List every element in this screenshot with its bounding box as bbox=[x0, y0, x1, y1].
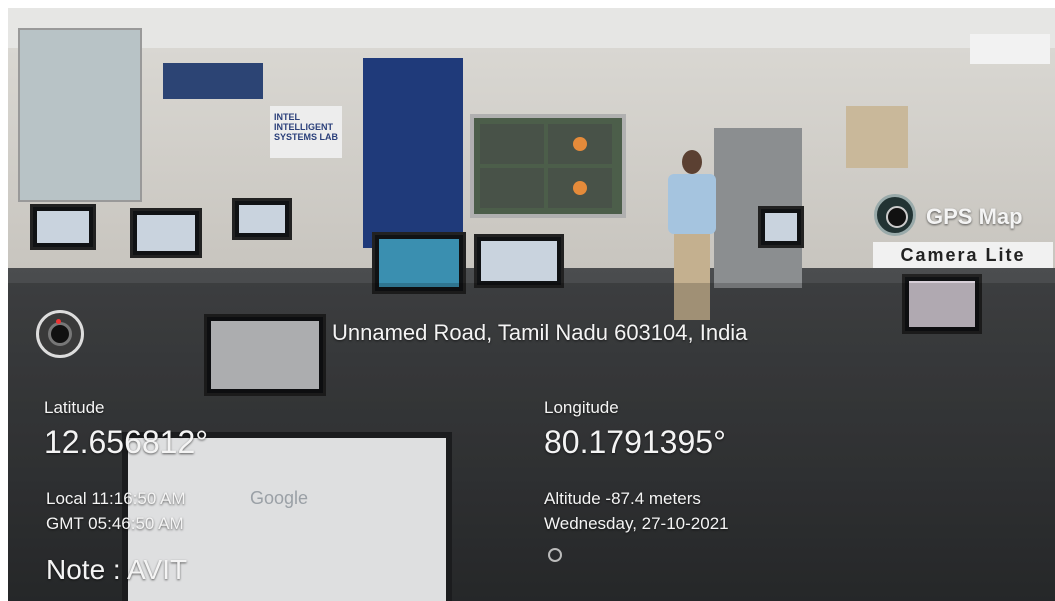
desk-monitor bbox=[130, 208, 202, 258]
desk-monitor bbox=[232, 198, 292, 240]
ceiling bbox=[8, 8, 1055, 48]
google-logo: Google bbox=[250, 488, 309, 508]
wall-poster bbox=[163, 63, 263, 99]
desk-monitor bbox=[474, 234, 564, 288]
latitude-value: 12.656812° bbox=[44, 424, 209, 460]
avatar bbox=[573, 137, 587, 151]
air-conditioner bbox=[970, 34, 1050, 64]
gps-photo-frame: INTEL INTELLIGENT SYSTEMS LAB Google GPS… bbox=[0, 0, 1055, 601]
longitude-value: 80.1791395° bbox=[544, 424, 726, 460]
video-tile bbox=[548, 124, 612, 164]
video-tile bbox=[480, 124, 544, 164]
local-time: Local 11:16:50 AM bbox=[46, 489, 186, 508]
camera-shutter-icon bbox=[36, 310, 84, 358]
projector-screen bbox=[470, 114, 626, 218]
altitude: Altitude -87.4 meters bbox=[544, 489, 701, 508]
app-subtitle: Camera Lite bbox=[873, 242, 1053, 268]
date: Wednesday, 27-10-2021 bbox=[544, 514, 729, 533]
avatar bbox=[573, 181, 587, 195]
presenter-head bbox=[682, 150, 702, 174]
notice-board bbox=[846, 106, 908, 168]
camera-lens-icon bbox=[874, 194, 916, 236]
power-icon bbox=[548, 548, 562, 562]
desk-monitor bbox=[30, 204, 96, 250]
window bbox=[18, 28, 142, 202]
presenter-shirt bbox=[668, 174, 716, 234]
latitude-label: Latitude bbox=[44, 398, 105, 417]
lab-sign-text: INTEL INTELLIGENT SYSTEMS LAB bbox=[274, 112, 339, 142]
note: Note : AVIT bbox=[46, 554, 188, 585]
app-title: GPS Map bbox=[926, 204, 1023, 229]
video-tile bbox=[548, 168, 612, 208]
notice-banner bbox=[363, 58, 463, 248]
gmt-time: GMT 05:46:50 AM bbox=[46, 514, 184, 533]
longitude-label: Longitude bbox=[544, 398, 619, 417]
location-address: Unnamed Road, Tamil Nadu 603104, India bbox=[332, 320, 748, 345]
lab-sign: INTEL INTELLIGENT SYSTEMS LAB bbox=[270, 106, 342, 158]
video-tile bbox=[480, 168, 544, 208]
desk-monitor bbox=[758, 206, 804, 248]
